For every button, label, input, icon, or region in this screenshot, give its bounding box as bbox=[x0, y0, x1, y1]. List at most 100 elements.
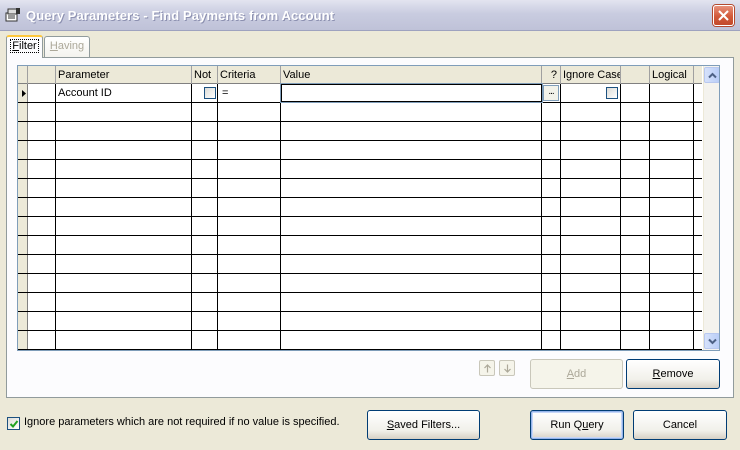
grid-cell[interactable] bbox=[28, 255, 56, 273]
grid-cell[interactable] bbox=[28, 312, 56, 330]
row-selector[interactable] bbox=[18, 274, 28, 292]
logical-cell[interactable] bbox=[650, 84, 694, 102]
grid-cell[interactable] bbox=[218, 255, 281, 273]
criteria-cell[interactable]: = bbox=[218, 84, 281, 102]
grid-cell[interactable] bbox=[192, 179, 218, 197]
grid-cell[interactable] bbox=[650, 122, 694, 140]
grid-cell[interactable] bbox=[621, 122, 650, 140]
grid-cell[interactable] bbox=[281, 141, 542, 159]
grid-cell[interactable] bbox=[542, 103, 561, 121]
table-row[interactable] bbox=[18, 179, 702, 198]
grid-cell[interactable] bbox=[561, 217, 621, 235]
grid-cell[interactable] bbox=[192, 122, 218, 140]
run-query-button[interactable]: Run Query bbox=[530, 410, 624, 440]
grid-cell[interactable] bbox=[28, 179, 56, 197]
grid-cell[interactable] bbox=[621, 160, 650, 178]
grid-cell[interactable] bbox=[56, 179, 192, 197]
grid-cell[interactable] bbox=[650, 255, 694, 273]
row-selector[interactable] bbox=[18, 217, 28, 235]
grid-cell[interactable] bbox=[650, 141, 694, 159]
row-selector[interactable] bbox=[18, 179, 28, 197]
grid-cell[interactable] bbox=[650, 198, 694, 216]
grid-cell[interactable] bbox=[561, 122, 621, 140]
table-row[interactable] bbox=[18, 217, 702, 236]
row-selector[interactable] bbox=[18, 160, 28, 178]
grid-cell[interactable] bbox=[218, 198, 281, 216]
grid-cell[interactable] bbox=[56, 160, 192, 178]
grid-cell[interactable] bbox=[56, 103, 192, 121]
grid-cell[interactable] bbox=[542, 274, 561, 292]
grid-cell[interactable] bbox=[561, 198, 621, 216]
table-row[interactable] bbox=[18, 160, 702, 179]
header-ignore-case[interactable]: Ignore Case bbox=[561, 66, 621, 84]
table-row[interactable] bbox=[18, 236, 702, 255]
grid-cell[interactable] bbox=[28, 141, 56, 159]
grid-cell[interactable] bbox=[56, 198, 192, 216]
grid-cell[interactable] bbox=[218, 217, 281, 235]
row-selector[interactable] bbox=[18, 103, 28, 121]
grid-cell[interactable] bbox=[281, 293, 542, 311]
table-row[interactable] bbox=[18, 255, 702, 274]
grid-cell[interactable] bbox=[542, 198, 561, 216]
ignore-case-checkbox[interactable] bbox=[606, 87, 618, 99]
grid-cell[interactable] bbox=[56, 331, 192, 349]
table-row[interactable] bbox=[18, 312, 702, 331]
grid-cell[interactable] bbox=[542, 293, 561, 311]
grid-cell[interactable] bbox=[621, 331, 650, 349]
grid-cell[interactable] bbox=[542, 179, 561, 197]
ignore-case-cell[interactable] bbox=[561, 84, 621, 102]
grid-cell[interactable] bbox=[621, 179, 650, 197]
tab-having[interactable]: Having bbox=[44, 36, 90, 57]
grid-cell[interactable] bbox=[281, 122, 542, 140]
grid-cell[interactable] bbox=[281, 198, 542, 216]
grid-cell[interactable] bbox=[561, 160, 621, 178]
table-row[interactable] bbox=[18, 122, 702, 141]
move-up-button[interactable] bbox=[479, 360, 495, 376]
grid-cell[interactable] bbox=[192, 198, 218, 216]
grid-cell[interactable] bbox=[218, 331, 281, 349]
grid-cell[interactable] bbox=[561, 274, 621, 292]
row-selector[interactable] bbox=[18, 122, 28, 140]
grid-cell[interactable] bbox=[281, 160, 542, 178]
grid-cell[interactable] bbox=[281, 312, 542, 330]
grid-cell[interactable] bbox=[542, 122, 561, 140]
tab-filter[interactable]: Filter bbox=[6, 35, 43, 58]
grid-cell[interactable] bbox=[56, 236, 192, 254]
not-checkbox[interactable] bbox=[204, 87, 216, 99]
grid-cell[interactable] bbox=[542, 217, 561, 235]
row-selector[interactable] bbox=[18, 293, 28, 311]
value-ellipsis-button[interactable]: ... bbox=[543, 85, 559, 101]
table-row[interactable] bbox=[18, 274, 702, 293]
grid-cell[interactable] bbox=[218, 141, 281, 159]
grid-cell[interactable] bbox=[192, 255, 218, 273]
grid-cell[interactable] bbox=[218, 179, 281, 197]
grid-cell[interactable] bbox=[650, 103, 694, 121]
grid-cell[interactable] bbox=[28, 331, 56, 349]
grid-cell[interactable] bbox=[650, 312, 694, 330]
grid-cell[interactable] bbox=[218, 236, 281, 254]
grid-cell[interactable] bbox=[561, 236, 621, 254]
grid-cell[interactable] bbox=[281, 255, 542, 273]
grid-cell[interactable] bbox=[621, 274, 650, 292]
move-down-button[interactable] bbox=[499, 360, 515, 376]
grid-cell[interactable] bbox=[192, 217, 218, 235]
grid-cell[interactable] bbox=[28, 236, 56, 254]
grid-cell[interactable] bbox=[56, 312, 192, 330]
grid-cell[interactable] bbox=[542, 160, 561, 178]
row-selector[interactable] bbox=[18, 236, 28, 254]
grid-cell[interactable] bbox=[218, 274, 281, 292]
row-selector[interactable] bbox=[18, 141, 28, 159]
grid-cell[interactable] bbox=[621, 141, 650, 159]
grid-cell[interactable] bbox=[192, 160, 218, 178]
grid-cell[interactable] bbox=[218, 160, 281, 178]
grid-cell[interactable] bbox=[650, 179, 694, 197]
grid-cell[interactable] bbox=[281, 236, 542, 254]
grid-cell[interactable] bbox=[192, 312, 218, 330]
grid-cell[interactable] bbox=[650, 274, 694, 292]
grid-cell[interactable] bbox=[621, 293, 650, 311]
grid-cell[interactable] bbox=[621, 217, 650, 235]
row-selector[interactable] bbox=[18, 198, 28, 216]
grid-cell[interactable] bbox=[621, 236, 650, 254]
grid-cell[interactable] bbox=[281, 217, 542, 235]
add-button[interactable]: Add bbox=[530, 359, 623, 389]
